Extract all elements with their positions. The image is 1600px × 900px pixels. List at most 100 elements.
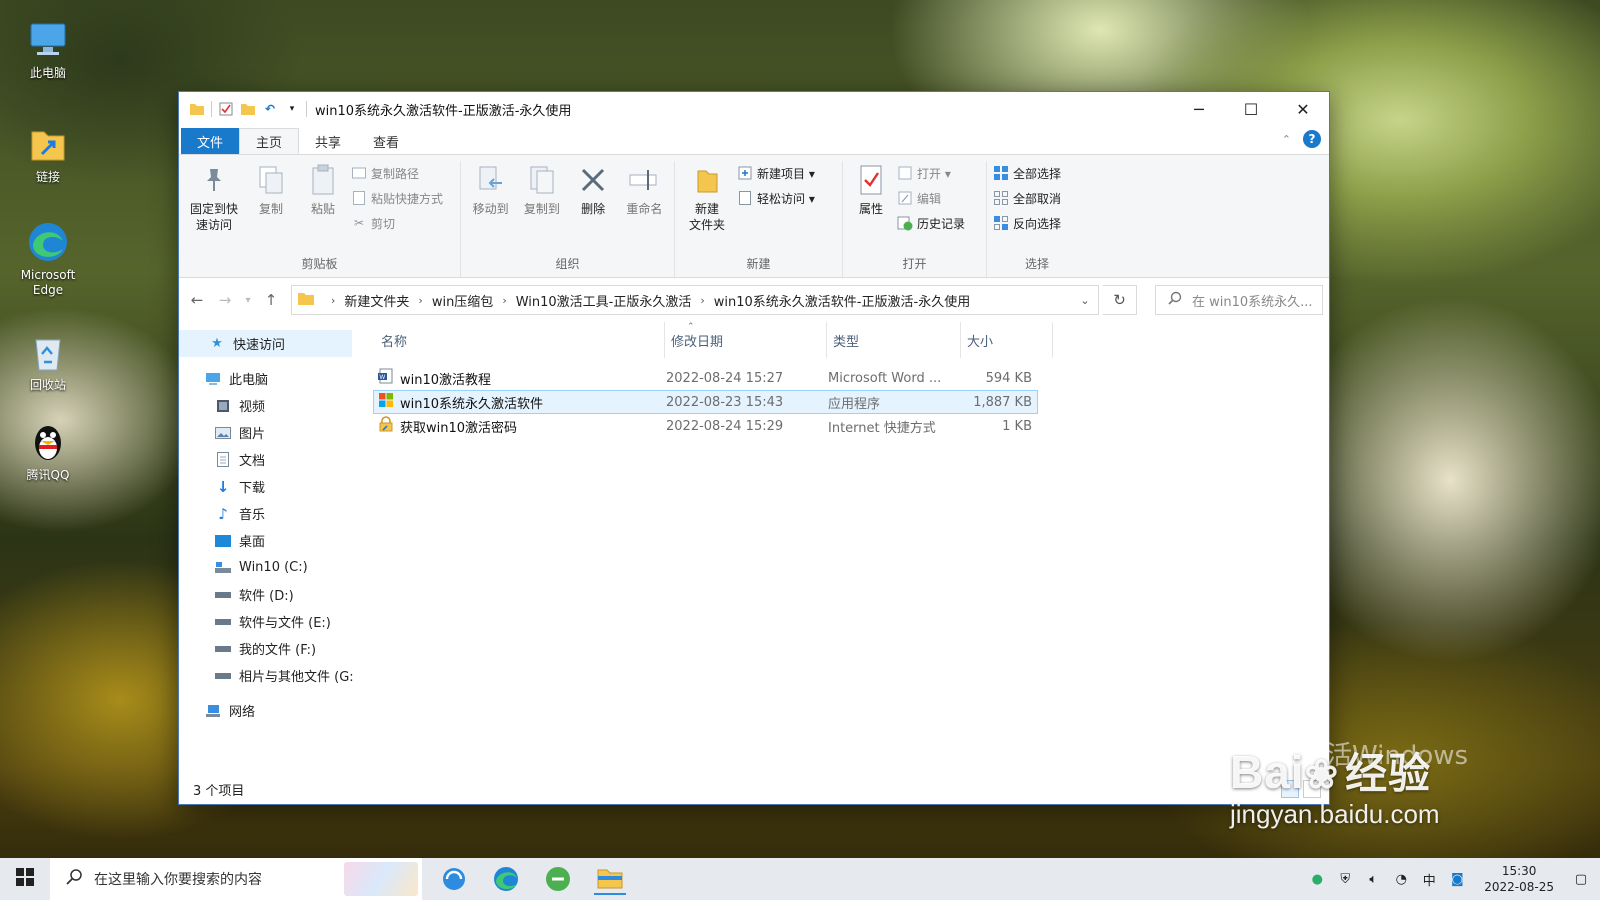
- select-none-button[interactable]: 全部取消: [993, 188, 1061, 208]
- nav-item-this-pc[interactable]: 此电脑: [179, 365, 356, 392]
- file-date: 2022-08-23 15:43: [666, 394, 784, 410]
- navigation-bar: ← → ▾ ↑ › 新建文件夹 › win压缩包 › Win10激活工具-正版永…: [179, 278, 1329, 322]
- notification-icon[interactable]: ▢: [1572, 870, 1590, 888]
- pin-icon: [203, 161, 225, 199]
- breadcrumb-item[interactable]: win压缩包: [432, 291, 493, 310]
- breadcrumb-item[interactable]: Win10激活工具-正版永久激活: [516, 291, 692, 310]
- edit-button[interactable]: 编辑: [897, 188, 965, 208]
- copy-path-button[interactable]: 复制路径: [351, 163, 443, 183]
- delete-button[interactable]: 删除: [570, 161, 617, 255]
- open-button[interactable]: 打开 ▾: [897, 163, 965, 183]
- taskbar-search-input[interactable]: 在这里输入你要搜索的内容: [50, 858, 422, 900]
- tab-home[interactable]: 主页: [239, 128, 300, 154]
- file-row[interactable]: Wwin10激活教程 2022-08-24 15:27 Microsoft Wo…: [373, 366, 1038, 390]
- title-bar[interactable]: ↶ ▾ win10系统永久激活软件-正版激活-永久使用 ─ ☐ ✕: [179, 92, 1329, 126]
- easy-access-button[interactable]: 轻松访问 ▾: [737, 188, 815, 208]
- new-folder-quick-icon[interactable]: [240, 101, 256, 117]
- address-dropdown-icon[interactable]: ⌄: [1072, 294, 1098, 307]
- search-input[interactable]: 在 win10系统永久...: [1155, 285, 1323, 315]
- column-header-size[interactable]: 大小: [961, 322, 1053, 358]
- chevron-right-icon: ›: [331, 293, 336, 307]
- chevron-right-icon[interactable]: ›: [502, 294, 506, 307]
- volume-icon[interactable]: 🔈︎: [1364, 870, 1382, 888]
- refresh-icon[interactable]: ↻: [1103, 285, 1137, 315]
- start-button[interactable]: [0, 858, 50, 900]
- chevron-right-icon[interactable]: ›: [700, 294, 704, 307]
- new-folder-button[interactable]: 新建 文件夹: [681, 161, 733, 255]
- nav-item-drive-d[interactable]: 软件 (D:): [179, 581, 356, 608]
- paste-button[interactable]: 粘贴: [299, 161, 347, 255]
- copy-button[interactable]: 复制: [247, 161, 295, 255]
- desktop-icon-this-pc[interactable]: 此电脑: [8, 18, 88, 81]
- address-bar[interactable]: › 新建文件夹 › win压缩包 › Win10激活工具-正版永久激活 › wi…: [291, 285, 1099, 315]
- tab-file[interactable]: 文件: [181, 128, 240, 154]
- browser-360-icon[interactable]: [438, 863, 470, 895]
- maximize-button[interactable]: ☐: [1225, 92, 1277, 126]
- network-icon: [205, 703, 221, 719]
- nav-item-drive-e[interactable]: 软件与文件 (E:): [179, 608, 356, 635]
- tab-view[interactable]: 查看: [357, 128, 415, 154]
- nav-item-videos[interactable]: 视频: [179, 392, 356, 419]
- back-arrow-icon[interactable]: ←: [185, 288, 209, 312]
- collapse-ribbon-icon[interactable]: ⌃: [1282, 133, 1291, 146]
- wechat-icon[interactable]: ●: [1308, 870, 1326, 888]
- security-shield-icon[interactable]: ⛨: [1336, 870, 1354, 888]
- desktop-icon-links[interactable]: 链接: [8, 122, 88, 185]
- recent-locations-chevron-icon[interactable]: ▾: [241, 288, 255, 312]
- clock[interactable]: 15:30 2022-08-25: [1484, 863, 1554, 895]
- edge-icon[interactable]: [490, 863, 522, 895]
- nav-item-drive-c[interactable]: Win10 (C:): [179, 554, 356, 581]
- nav-item-downloads[interactable]: ↓ 下载: [179, 473, 356, 500]
- nav-item-drive-f[interactable]: 我的文件 (F:): [179, 635, 356, 662]
- column-header-name[interactable]: 名称: [375, 322, 665, 358]
- nav-item-music[interactable]: ♪ 音乐: [179, 500, 356, 527]
- up-arrow-icon[interactable]: ↑: [259, 288, 283, 312]
- green-browser-icon[interactable]: [542, 863, 574, 895]
- minimize-button[interactable]: ─: [1173, 92, 1225, 126]
- rename-button[interactable]: 重命名: [621, 161, 668, 255]
- nav-label: 相片与其他文件 (G:: [239, 670, 354, 685]
- qq-penguin-icon: [26, 420, 70, 464]
- paste-shortcut-button[interactable]: 粘贴快捷方式: [351, 188, 443, 208]
- move-to-button[interactable]: 移动到: [467, 161, 514, 255]
- nav-item-pictures[interactable]: 图片: [179, 419, 356, 446]
- properties-quick-icon[interactable]: [218, 101, 234, 117]
- forward-arrow-icon[interactable]: →: [213, 288, 237, 312]
- breadcrumb-item[interactable]: 新建文件夹: [344, 291, 409, 310]
- cut-button[interactable]: ✂ 剪切: [351, 213, 443, 233]
- close-button[interactable]: ✕: [1277, 92, 1329, 126]
- nav-item-drive-g[interactable]: 相片与其他文件 (G:: [179, 662, 356, 689]
- tab-share[interactable]: 共享: [299, 128, 357, 154]
- folder-icon: [298, 291, 314, 309]
- undo-icon[interactable]: ↶: [262, 101, 278, 117]
- input-method-icon[interactable]: 中: [1420, 870, 1438, 889]
- desktop-icon-qq[interactable]: 腾讯QQ: [8, 420, 88, 483]
- invert-selection-button[interactable]: 反向选择: [993, 213, 1061, 233]
- nav-item-desktop[interactable]: 桌面: [179, 527, 356, 554]
- customize-dropdown-icon[interactable]: ▾: [284, 101, 300, 117]
- nav-item-documents[interactable]: 文档: [179, 446, 356, 473]
- new-item-button[interactable]: 新建项目 ▾: [737, 163, 815, 183]
- breadcrumb-item-current[interactable]: win10系统永久激活软件-正版激活-永久使用: [714, 291, 970, 310]
- nav-item-network[interactable]: 网络: [179, 697, 356, 724]
- copy-to-label: 复制到: [523, 202, 560, 216]
- file-row-selected[interactable]: win10系统永久激活软件 2022-08-23 15:43 应用程序 1,88…: [373, 390, 1038, 414]
- invert-selection-icon: [993, 215, 1009, 231]
- chevron-right-icon[interactable]: ›: [418, 294, 422, 307]
- pin-quick-access-button[interactable]: 固定到快 速访问: [185, 161, 243, 255]
- wifi-icon[interactable]: ◔: [1392, 870, 1410, 888]
- help-icon[interactable]: ?: [1303, 130, 1321, 148]
- properties-button[interactable]: 属性: [849, 161, 893, 255]
- desktop-icon-edge[interactable]: Microsoft Edge: [8, 220, 88, 298]
- app-tray-icon[interactable]: ◙: [1448, 870, 1466, 888]
- nav-item-quick-access[interactable]: ★ 快速访问: [179, 330, 352, 357]
- baidu-watermark: Bai❀ 经验 jingyan.baidu.com: [1230, 740, 1570, 830]
- file-row[interactable]: 获取win10激活密码 2022-08-24 15:29 Internet 快捷…: [373, 414, 1038, 438]
- new-folder-label: 新建 文件夹: [688, 202, 725, 232]
- history-button[interactable]: 历史记录: [897, 213, 965, 233]
- select-all-button[interactable]: 全部选择: [993, 163, 1061, 183]
- column-header-type[interactable]: 类型: [827, 322, 961, 358]
- copy-to-button[interactable]: 复制到: [518, 161, 565, 255]
- desktop-icon-recycle-bin[interactable]: 回收站: [8, 330, 88, 393]
- file-explorer-icon[interactable]: [594, 863, 626, 895]
